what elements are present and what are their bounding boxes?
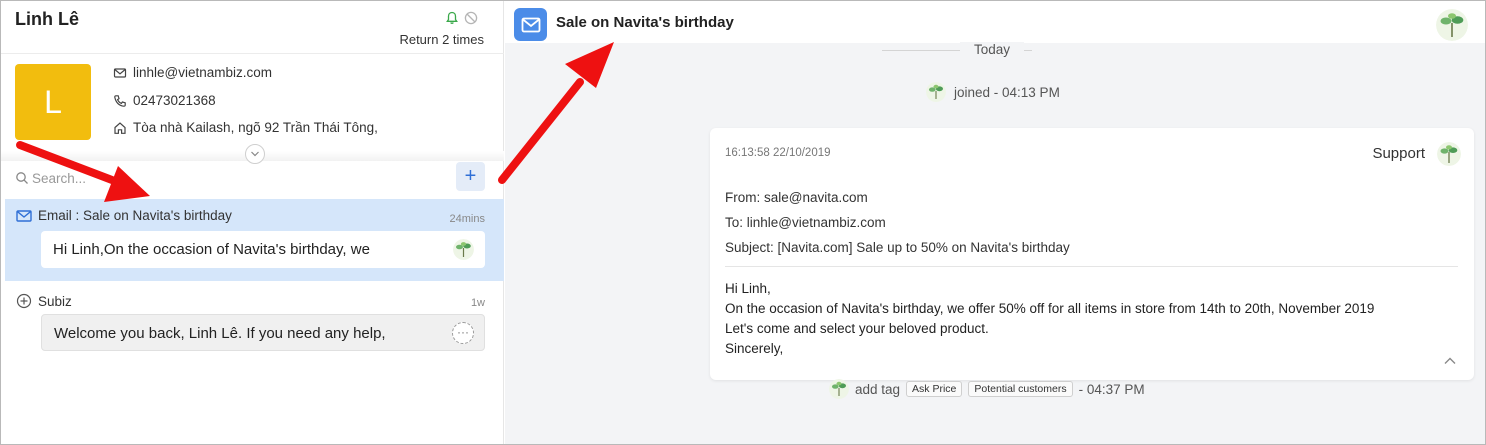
email-to: To: linhle@vietnambiz.com: [725, 215, 886, 230]
contact-name: Linh Lê: [15, 9, 79, 29]
divider: [725, 266, 1458, 267]
email-sender: Support: [1372, 145, 1425, 162]
date-separator: Today: [960, 42, 1025, 57]
conversation-sidebar: Linh Lê Return 2 times L linhle@vietnamb…: [1, 1, 504, 444]
contact-email: linhle@vietnambiz.com: [133, 65, 273, 80]
conversation-title: Email : Sale on Navita's birthday: [38, 208, 232, 223]
agent-avatar-icon: [829, 379, 849, 399]
email-body-line: Let's come and select your beloved produ…: [725, 321, 989, 336]
divider: [1, 53, 504, 54]
joined-event: joined - 04:13 PM: [926, 82, 1060, 102]
contact-phone-row: 02473021368: [113, 93, 216, 108]
email-subject: Subject: [Navita.com] Sale up to 50% on …: [725, 240, 1070, 255]
conversation-header: Subiz: [16, 293, 72, 309]
block-icon[interactable]: [464, 11, 478, 25]
conversation-header: Email : Sale on Navita's birthday: [16, 208, 232, 223]
user-avatar-icon[interactable]: [1436, 9, 1468, 41]
mail-icon: [16, 209, 32, 222]
email-body-line: On the occasion of Navita's birthday, we…: [725, 301, 1375, 316]
contact-address: Tòa nhà Kailash, ngõ 92 Trần Thái Tông,: [133, 120, 378, 135]
mail-icon: [521, 17, 540, 32]
preview-text: Welcome you back, Linh Lê. If you need a…: [54, 325, 386, 342]
email-channel-badge: [514, 8, 547, 41]
sender-avatar-icon: [1437, 142, 1461, 166]
conversation-preview: Hi Linh,On the occasion of Navita's birt…: [41, 231, 485, 268]
chevron-up-icon[interactable]: [1443, 356, 1457, 366]
conversation-item-subiz[interactable]: Subiz 1w Welcome you back, Linh Lê. If y…: [5, 283, 504, 361]
contact-avatar: L: [15, 64, 91, 140]
tag-time: - 04:37 PM: [1078, 381, 1145, 397]
agent-avatar-icon: [926, 82, 946, 102]
contact-address-row: Tòa nhà Kailash, ngõ 92 Trần Thái Tông,: [113, 120, 378, 135]
conversation-time: 1w: [470, 297, 485, 309]
conversation-title: Subiz: [38, 293, 72, 309]
conversation-view: Sale on Navita's birthday Today joined -…: [505, 1, 1485, 444]
email-body-line: Hi Linh,: [725, 281, 771, 296]
add-tag-event: add tag Ask Price Potential customers - …: [829, 379, 1145, 399]
contact-phone: 02473021368: [133, 93, 216, 108]
conversation-header-bar: Sale on Navita's birthday: [505, 1, 1485, 43]
email-timestamp: 16:13:58 22/10/2019: [725, 147, 831, 159]
agent-avatar-icon: [453, 239, 474, 260]
conversation-item-email[interactable]: Email : Sale on Navita's birthday 24mins…: [5, 199, 504, 281]
email-message-card: 16:13:58 22/10/2019 Support From: sale@n…: [710, 128, 1474, 380]
joined-text: joined - 04:13 PM: [954, 84, 1060, 100]
chevron-down-icon: [251, 151, 259, 157]
search-input[interactable]: [32, 168, 412, 188]
conversation-title: Sale on Navita's birthday: [556, 14, 734, 31]
phone-icon: [114, 94, 126, 107]
add-tag-label: add tag: [855, 381, 901, 397]
contact-email-row: linhle@vietnambiz.com: [113, 65, 272, 80]
plus-circle-icon: [16, 293, 32, 309]
mail-icon: [113, 67, 127, 78]
home-icon: [114, 121, 126, 134]
bell-icon[interactable]: [445, 11, 459, 25]
return-count: Return 2 times: [399, 32, 484, 47]
tag-chip[interactable]: Ask Price: [906, 381, 963, 397]
more-icon[interactable]: ···: [452, 322, 474, 344]
email-body: Hi Linh, On the occasion of Navita's bir…: [725, 279, 1374, 359]
preview-text: Hi Linh,On the occasion of Navita's birt…: [53, 241, 370, 258]
conversation-time: 24mins: [449, 213, 485, 225]
search-icon: [16, 172, 28, 184]
tag-chip[interactable]: Potential customers: [968, 381, 1073, 397]
add-conversation-button[interactable]: +: [456, 162, 485, 191]
email-body-line: Sincerely,: [725, 341, 784, 356]
conversation-preview: Welcome you back, Linh Lê. If you need a…: [41, 314, 485, 351]
search-bar: +: [1, 161, 504, 197]
email-from: From: sale@navita.com: [725, 190, 868, 205]
